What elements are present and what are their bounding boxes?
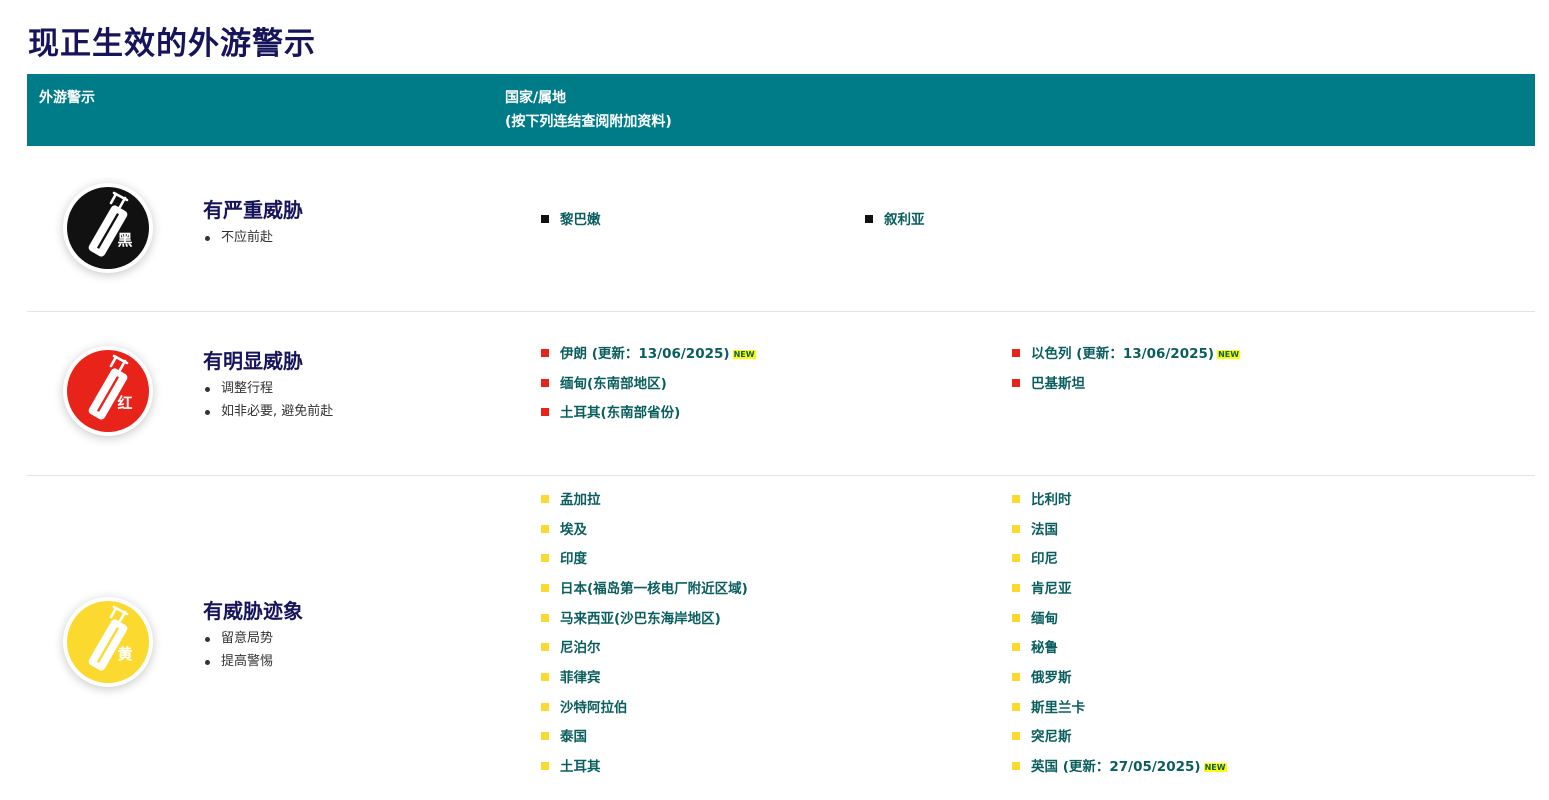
black-icon-label: 黑 bbox=[117, 231, 132, 249]
country-link[interactable]: 尼泊尔 bbox=[541, 638, 601, 658]
yellow-square-icon bbox=[541, 495, 549, 503]
level-title: 有明显威胁 bbox=[203, 349, 303, 373]
yellow-square-icon bbox=[541, 703, 549, 711]
yellow-square-icon bbox=[541, 732, 549, 740]
yellow-square-icon bbox=[1012, 643, 1020, 651]
yellow-square-icon bbox=[541, 614, 549, 622]
page-title: 现正生效的外游警示 bbox=[28, 26, 316, 62]
level-title: 有威胁迹象 bbox=[203, 599, 303, 623]
level-note: 留意局势 bbox=[203, 627, 303, 650]
header-travel-alert: 外游警示 bbox=[39, 90, 95, 106]
level-note: 提高警惕 bbox=[203, 650, 303, 673]
yellow-square-icon bbox=[541, 584, 549, 592]
country-link[interactable]: 黎巴嫩 bbox=[541, 210, 601, 230]
table-header: 外游警示 国家/属地 (按下列连结查阅附加资料) bbox=[27, 74, 1535, 146]
country-link[interactable]: 斯里兰卡 bbox=[1012, 698, 1085, 718]
red-square-icon bbox=[1012, 379, 1020, 387]
level-notes: 不应前赴 bbox=[203, 226, 303, 249]
red-square-icon bbox=[541, 379, 549, 387]
new-badge: NEW bbox=[732, 350, 756, 359]
country-link[interactable]: 肯尼亚 bbox=[1012, 579, 1072, 599]
level-info-red: 有明显威胁 调整行程 如非必要, 避免前赴 bbox=[203, 347, 333, 423]
level-note: 不应前赴 bbox=[203, 226, 303, 249]
alert-row-black: 黑 有严重威胁 不应前赴 黎巴嫩 叙利亚 bbox=[27, 146, 1535, 312]
level-note: 调整行程 bbox=[203, 377, 333, 400]
country-link[interactable]: 比利时 bbox=[1012, 490, 1072, 510]
yellow-square-icon bbox=[541, 643, 549, 651]
yellow-square-icon bbox=[1012, 762, 1020, 770]
alert-row-yellow: 黄 有威胁迹象 留意局势 提高警惕 孟加拉 埃及 印度 日本(福岛第一核电厂附近… bbox=[27, 476, 1535, 800]
country-link[interactable]: 印度 bbox=[541, 549, 587, 569]
red-alert-suitcase-icon: 红 bbox=[63, 346, 153, 436]
country-link[interactable]: 法国 bbox=[1012, 520, 1058, 540]
header-countries: 国家/属地 (按下列连结查阅附加资料) bbox=[505, 86, 672, 134]
country-link[interactable]: 日本(福岛第一核电厂附近区域) bbox=[541, 579, 748, 599]
yellow-icon-label: 黄 bbox=[117, 645, 132, 663]
country-link[interactable]: 马来西亚(沙巴东海岸地区) bbox=[541, 609, 721, 629]
country-link[interactable]: 沙特阿拉伯 bbox=[541, 698, 628, 718]
yellow-square-icon bbox=[541, 554, 549, 562]
level-info-black: 有严重威胁 不应前赴 bbox=[203, 196, 303, 249]
level-notes: 留意局势 提高警惕 bbox=[203, 627, 303, 673]
yellow-square-icon bbox=[1012, 614, 1020, 622]
red-square-icon bbox=[1012, 349, 1020, 357]
yellow-square-icon bbox=[541, 525, 549, 533]
country-link[interactable]: 英国 (更新：27/05/2025) NEW bbox=[1012, 757, 1227, 777]
yellow-alert-suitcase-icon: 黄 bbox=[63, 597, 153, 687]
level-notes: 调整行程 如非必要, 避免前赴 bbox=[203, 377, 333, 423]
black-alert-suitcase-icon: 黑 bbox=[63, 183, 153, 273]
country-link[interactable]: 以色列 (更新：13/06/2025) NEW bbox=[1012, 344, 1241, 364]
yellow-square-icon bbox=[1012, 732, 1020, 740]
country-link[interactable]: 埃及 bbox=[541, 520, 587, 540]
yellow-square-icon bbox=[1012, 495, 1020, 503]
header-countries-hint: (按下列连结查阅附加资料) bbox=[505, 114, 672, 130]
red-square-icon bbox=[541, 408, 549, 416]
new-badge: NEW bbox=[1203, 763, 1227, 772]
yellow-square-icon bbox=[1012, 703, 1020, 711]
country-link[interactable]: 土耳其(东南部省份) bbox=[541, 403, 680, 423]
country-link[interactable]: 秘鲁 bbox=[1012, 638, 1058, 658]
country-link[interactable]: 土耳其 bbox=[541, 757, 601, 777]
country-link[interactable]: 缅甸 bbox=[1012, 609, 1058, 629]
yellow-square-icon bbox=[541, 762, 549, 770]
country-link[interactable]: 伊朗 (更新：13/06/2025) NEW bbox=[541, 344, 756, 364]
black-square-icon bbox=[865, 215, 873, 223]
alert-row-red: 红 有明显威胁 调整行程 如非必要, 避免前赴 伊朗 (更新：13/06/202… bbox=[27, 312, 1535, 476]
level-info-yellow: 有威胁迹象 留意局势 提高警惕 bbox=[203, 597, 303, 673]
country-link[interactable]: 泰国 bbox=[541, 727, 587, 747]
country-link[interactable]: 巴基斯坦 bbox=[1012, 374, 1085, 394]
level-note: 如非必要, 避免前赴 bbox=[203, 400, 333, 423]
level-title: 有严重威胁 bbox=[203, 198, 303, 222]
country-link[interactable]: 突尼斯 bbox=[1012, 727, 1072, 747]
country-link[interactable]: 菲律宾 bbox=[541, 668, 601, 688]
header-countries-label: 国家/属地 bbox=[505, 90, 567, 106]
red-square-icon bbox=[541, 349, 549, 357]
country-link[interactable]: 孟加拉 bbox=[541, 490, 601, 510]
country-link[interactable]: 印尼 bbox=[1012, 549, 1058, 569]
yellow-square-icon bbox=[1012, 554, 1020, 562]
country-link[interactable]: 叙利亚 bbox=[865, 210, 925, 230]
yellow-square-icon bbox=[1012, 673, 1020, 681]
yellow-square-icon bbox=[541, 673, 549, 681]
yellow-square-icon bbox=[1012, 525, 1020, 533]
new-badge: NEW bbox=[1217, 350, 1241, 359]
country-link[interactable]: 缅甸(东南部地区) bbox=[541, 374, 667, 394]
red-icon-label: 红 bbox=[117, 394, 132, 412]
black-square-icon bbox=[541, 215, 549, 223]
yellow-square-icon bbox=[1012, 584, 1020, 592]
country-link[interactable]: 俄罗斯 bbox=[1012, 668, 1072, 688]
